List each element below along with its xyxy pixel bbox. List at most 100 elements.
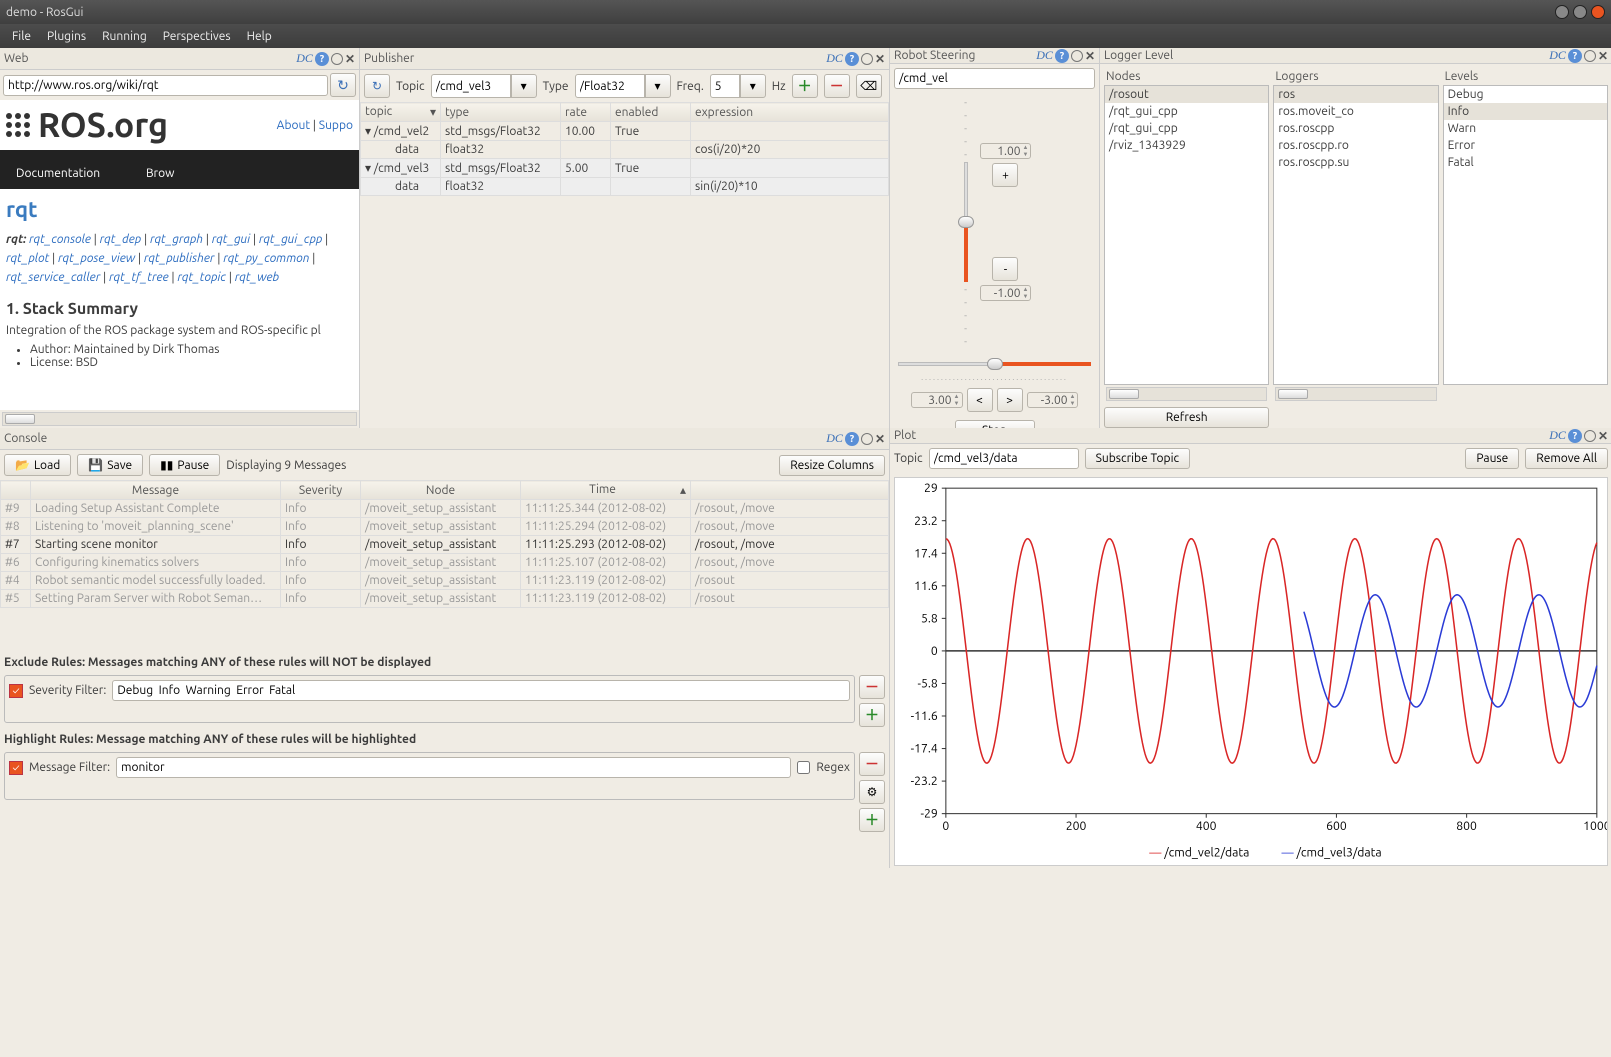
help-icon[interactable]: ?	[1568, 429, 1582, 443]
vmax-spin[interactable]: ▲▼	[980, 143, 1032, 159]
web-hscroll[interactable]	[2, 412, 357, 426]
docnav-documentation[interactable]: Documentation	[16, 167, 100, 180]
pkg-link[interactable]: rqt_py_common	[223, 252, 309, 265]
table-row[interactable]: #8Listening to 'moveit_planning_scene'In…	[1, 518, 889, 536]
col-time[interactable]: Time ▴	[521, 481, 691, 500]
add-button[interactable]: ＋	[792, 74, 818, 98]
topic-combo[interactable]	[431, 74, 511, 98]
help-icon[interactable]: ?	[1055, 49, 1069, 63]
decrease-button[interactable]: -	[992, 257, 1018, 281]
list-item[interactable]: Error	[1444, 137, 1607, 154]
close-icon[interactable]: ✕	[1598, 49, 1608, 63]
nodes-list[interactable]: /rosout/rqt_gui_cpp/rqt_gui_cpp/rviz_134…	[1104, 85, 1269, 385]
help-icon[interactable]: ?	[315, 52, 329, 66]
list-item[interactable]: ros.roscpp.su	[1274, 154, 1437, 171]
loggers-hscroll[interactable]	[1275, 387, 1436, 401]
menu-plugins[interactable]: Plugins	[47, 30, 86, 43]
regex-checkbox[interactable]	[797, 761, 810, 774]
subscribe-button[interactable]: Subscribe Topic	[1085, 448, 1190, 469]
vmin-spin[interactable]: ▲▼	[980, 285, 1032, 301]
refresh-button[interactable]: Refresh	[1104, 407, 1269, 428]
freq-dropdown-button[interactable]: ▾	[740, 74, 766, 98]
steer-right-button[interactable]: >	[997, 388, 1023, 412]
undock-icon[interactable]	[1584, 50, 1596, 62]
web-content[interactable]: ROS.org About | Suppo Documentation Brow…	[0, 100, 359, 410]
table-row[interactable]: #9Loading Setup Assistant CompleteInfo/m…	[1, 500, 889, 518]
col-topics[interactable]	[691, 481, 889, 500]
col-expression[interactable]: expression	[691, 103, 889, 122]
table-row[interactable]: #7Starting scene monitorInfo/moveit_setu…	[1, 536, 889, 554]
close-icon[interactable]: ✕	[1598, 429, 1608, 443]
window-maximize-button[interactable]	[1573, 5, 1587, 19]
publisher-refresh-button[interactable]: ↻	[364, 74, 390, 98]
exclude-remove-button[interactable]: －	[859, 675, 885, 699]
table-row[interactable]: #4Robot semantic model successfully load…	[1, 572, 889, 590]
pkg-link[interactable]: rqt_graph	[150, 233, 203, 246]
plot-canvas[interactable]: -29-23.2-17.4-11.6-5.805.811.617.423.229…	[894, 477, 1608, 866]
list-item[interactable]: Fatal	[1444, 154, 1607, 171]
url-input[interactable]	[3, 75, 328, 96]
help-icon[interactable]: ?	[845, 52, 859, 66]
levels-list[interactable]: DebugInfoWarnErrorFatal	[1443, 85, 1608, 385]
dco-icon[interactable]: DC	[1036, 48, 1053, 63]
window-close-button[interactable]	[1591, 5, 1605, 19]
undock-icon[interactable]	[1071, 50, 1083, 62]
resize-columns-button[interactable]: Resize Columns	[779, 455, 885, 476]
list-item[interactable]: /rosout	[1105, 86, 1268, 103]
pkg-link[interactable]: rqt_service_caller	[6, 271, 100, 284]
table-row[interactable]: datafloat32cos(i/20)*20	[361, 141, 889, 159]
col-num[interactable]	[1, 481, 31, 500]
list-item[interactable]: Warn	[1444, 120, 1607, 137]
col-severity[interactable]: Severity	[281, 481, 361, 500]
pkg-link[interactable]: rqt_topic	[177, 271, 226, 284]
table-row[interactable]: #5Setting Param Server with Robot Seman……	[1, 590, 889, 608]
table-row[interactable]: datafloat32sin(i/20)*10	[361, 178, 889, 196]
undock-icon[interactable]	[861, 433, 873, 445]
steering-topic-input[interactable]	[894, 68, 1095, 89]
msg-filter-input[interactable]	[116, 757, 791, 778]
plot-topic-input[interactable]	[929, 448, 1079, 469]
dco-icon[interactable]: DC	[826, 51, 843, 66]
col-rate[interactable]: rate	[561, 103, 611, 122]
list-item[interactable]: ros.moveit_co	[1274, 103, 1437, 120]
list-item[interactable]: /rqt_gui_cpp	[1105, 120, 1268, 137]
vertical-slider-thumb[interactable]	[958, 216, 974, 228]
list-item[interactable]: Info	[1444, 103, 1607, 120]
dco-icon[interactable]: DC	[296, 51, 313, 66]
undock-icon[interactable]	[1584, 430, 1596, 442]
type-dropdown-button[interactable]: ▾	[645, 74, 671, 98]
pkg-link[interactable]: rqt_publisher	[144, 252, 215, 265]
table-row[interactable]: ▾ /cmd_vel3std_msgs/Float325.00True	[361, 159, 889, 178]
pkg-link[interactable]: rqt_tf_tree	[109, 271, 169, 284]
close-icon[interactable]: ✕	[1085, 49, 1095, 63]
dco-icon[interactable]: DC	[1549, 48, 1566, 63]
topic-dropdown-button[interactable]: ▾	[511, 74, 537, 98]
col-topic[interactable]: topic ▾	[361, 103, 441, 122]
save-button[interactable]: 💾Save	[77, 454, 143, 476]
list-item[interactable]: ros	[1274, 86, 1437, 103]
menu-file[interactable]: File	[12, 30, 31, 43]
link-about[interactable]: About	[277, 119, 310, 132]
highlight-config-button[interactable]: ⚙	[859, 780, 885, 804]
increase-button[interactable]: +	[992, 163, 1018, 187]
table-row[interactable]: ▾ /cmd_vel2std_msgs/Float3210.00True	[361, 122, 889, 141]
list-item[interactable]: /rqt_gui_cpp	[1105, 103, 1268, 120]
close-icon[interactable]: ✕	[875, 432, 885, 446]
link-support[interactable]: Suppo	[319, 119, 353, 132]
table-row[interactable]: #6Configuring kinematics solversInfo/mov…	[1, 554, 889, 572]
reload-button[interactable]: ↻	[330, 73, 356, 97]
plot-pause-button[interactable]: Pause	[1465, 448, 1519, 469]
clear-button[interactable]: ⌫	[856, 74, 882, 98]
help-icon[interactable]: ?	[1568, 49, 1582, 63]
pkg-link[interactable]: rqt_pose_view	[58, 252, 135, 265]
pkg-link[interactable]: rqt_gui_cpp	[259, 233, 322, 246]
pkg-link[interactable]: rqt_dep	[100, 233, 142, 246]
pkg-link[interactable]: rqt_console	[29, 233, 91, 246]
sev-filter-input[interactable]	[112, 680, 850, 701]
col-enabled[interactable]: enabled	[611, 103, 691, 122]
undock-icon[interactable]	[861, 53, 873, 65]
docnav-browse[interactable]: Brow	[146, 167, 174, 180]
pkg-link[interactable]: rqt_plot	[6, 252, 49, 265]
exclude-add-button[interactable]: ＋	[859, 703, 885, 727]
steer-left-button[interactable]: <	[967, 388, 993, 412]
